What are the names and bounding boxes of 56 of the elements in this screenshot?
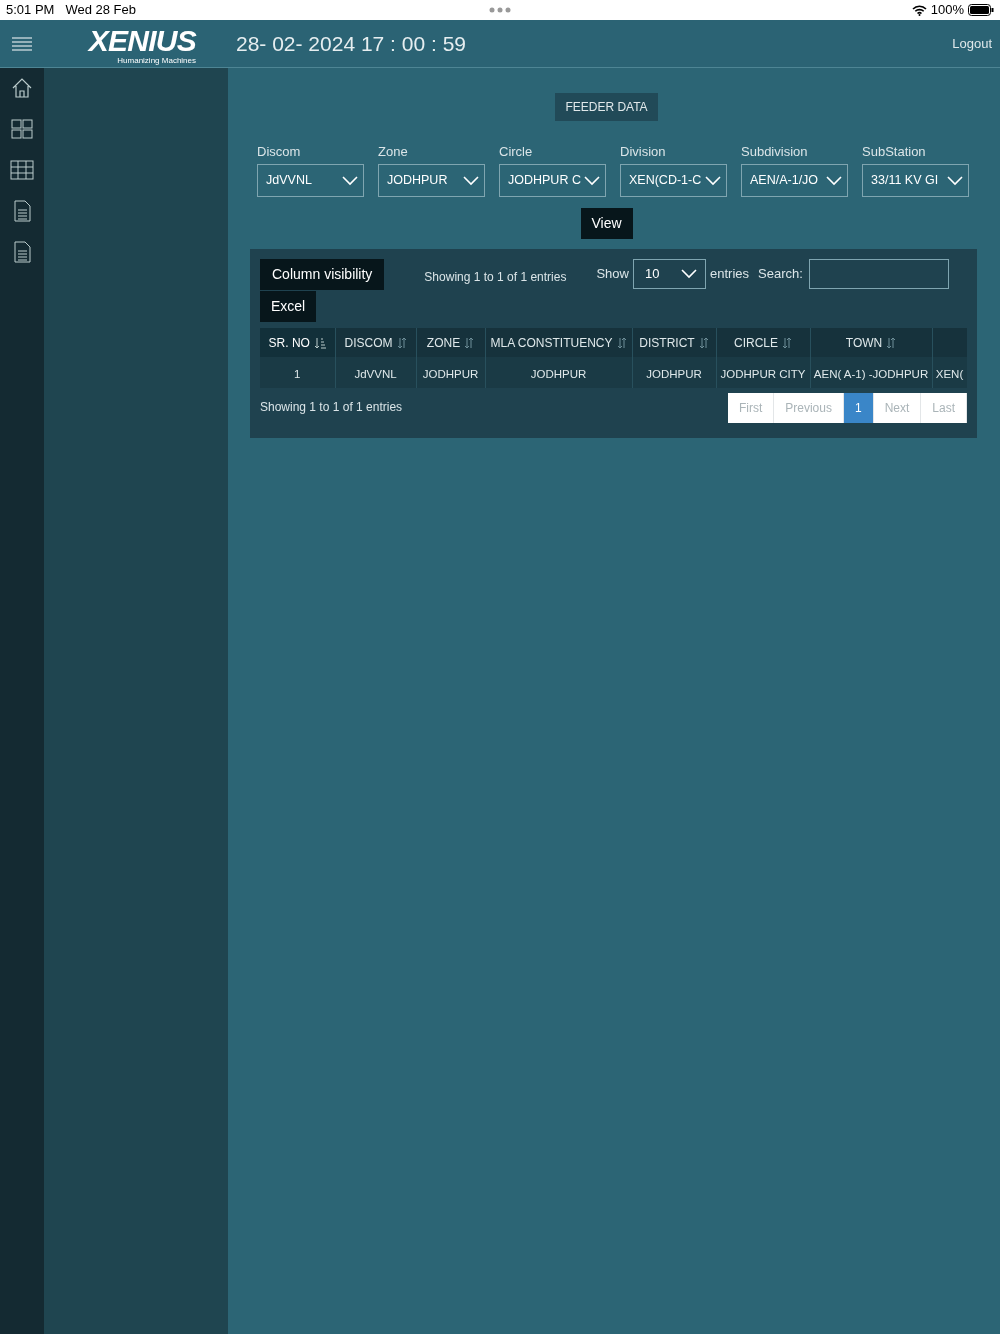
grid-icon <box>10 117 34 141</box>
table-cell: XEN( <box>935 367 964 380</box>
filter-dropdown[interactable]: JdVVNL <box>257 164 364 197</box>
excel-button[interactable]: Excel <box>260 291 317 322</box>
chevron-down-icon <box>681 269 697 279</box>
filter-label: Circle <box>499 143 534 161</box>
logout-link[interactable]: Logout <box>952 33 992 54</box>
view-button[interactable]: View <box>580 208 633 239</box>
filter-dropdown[interactable]: XEN(CD-1-C <box>620 164 727 197</box>
table-cell: JODHPUR CITY <box>720 367 806 380</box>
filter-label: Subdivision <box>741 143 809 161</box>
table-cell: JODHPUR <box>530 367 587 380</box>
filter-label: SubStation <box>862 143 927 161</box>
status-date: Wed 28 Feb <box>65 1 136 20</box>
table-cell: JdVVNL <box>354 367 397 380</box>
search-label: Search: <box>758 265 803 283</box>
nav-button[interactable] <box>10 158 34 182</box>
page-title: FEEDER DATA <box>555 93 658 121</box>
logo: XENIUS <box>88 26 196 56</box>
column-visibility-button[interactable]: Column visibility <box>260 259 385 290</box>
pagination-button[interactable]: 1 <box>843 393 874 423</box>
chevron-down-icon <box>463 175 479 186</box>
filter-label: Discom <box>257 143 302 161</box>
table-cell: AEN( A-1) -JODHPUR <box>813 367 929 380</box>
entries-label: entries <box>710 265 749 283</box>
table-cell: JODHPUR <box>422 367 479 380</box>
nav-button[interactable] <box>10 76 34 100</box>
filter-dropdown[interactable]: AEN/A-1/JO <box>741 164 848 197</box>
logo-tagline: Humanizing Machines <box>117 56 196 65</box>
entries-info: Showing 1 to 1 of 1 entries <box>260 399 403 416</box>
battery-percent: 100% <box>930 1 964 20</box>
more-icon <box>489 7 511 13</box>
filter-dropdown[interactable]: JODHPUR <box>378 164 485 197</box>
filter-label: Division <box>620 143 667 161</box>
chevron-down-icon <box>826 175 842 186</box>
chevron-down-icon <box>342 175 358 186</box>
table-cell: 1 <box>294 367 301 380</box>
battery-icon <box>968 4 994 16</box>
home-icon <box>10 76 34 100</box>
chevron-down-icon <box>947 175 963 186</box>
table-cell: JODHPUR <box>646 367 702 380</box>
chevron-down-icon <box>584 175 600 186</box>
date-time: 28- 02- 2024 17 : 00 : 59 <box>236 30 466 57</box>
wifi-icon <box>911 4 927 16</box>
entries-info: Showing 1 to 1 of 1 entries <box>424 269 567 286</box>
nav-button[interactable] <box>10 117 34 141</box>
page-size-dropdown[interactable]: 10 <box>633 259 706 289</box>
filter-label: Zone <box>378 143 409 161</box>
search-field[interactable] <box>808 259 949 289</box>
filter-dropdown[interactable]: JODHPUR C <box>499 164 606 197</box>
show-label: Show <box>596 265 629 283</box>
chevron-down-icon <box>705 175 721 186</box>
status-time: 5:01 PM <box>6 1 55 20</box>
filter-dropdown[interactable]: 33/11 KV GI <box>862 164 969 197</box>
table-icon <box>10 158 34 182</box>
menu-icon <box>12 36 32 51</box>
